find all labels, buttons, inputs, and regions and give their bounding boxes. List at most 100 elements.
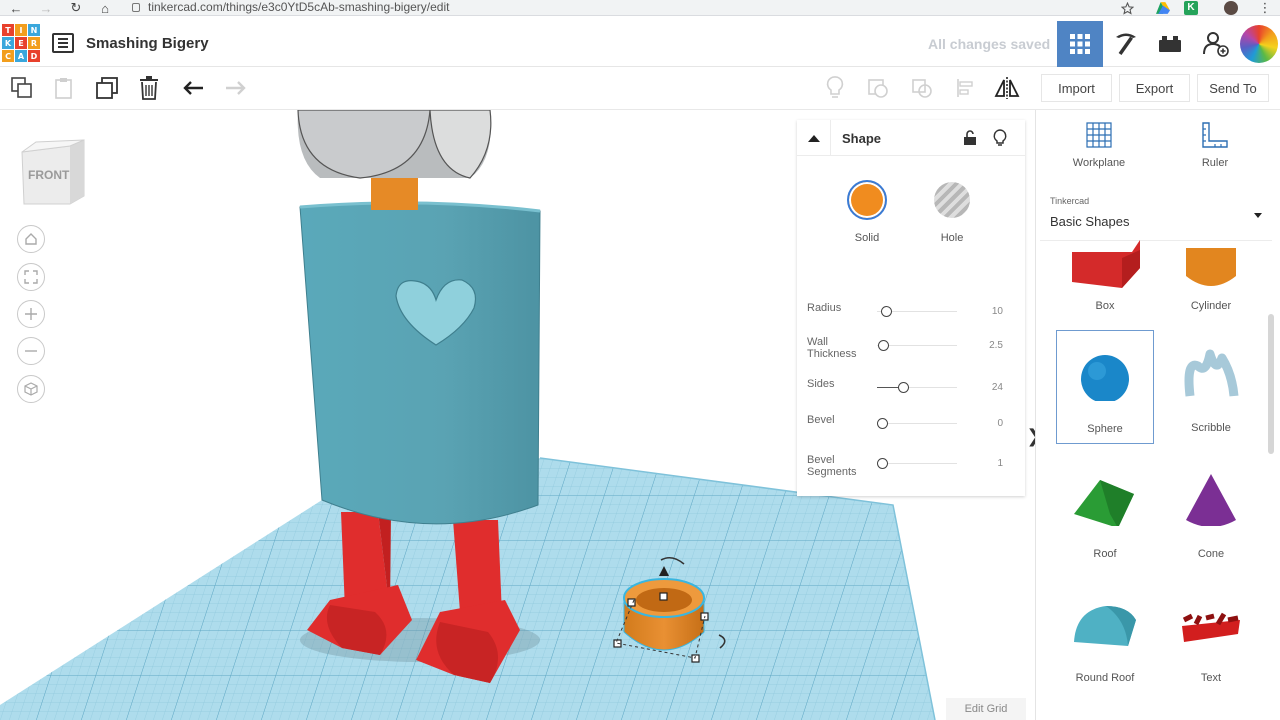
address-bar[interactable]: tinkercad.com/things/e3c0YtD5cAb-smashin… (132, 0, 449, 16)
cone-icon (1186, 474, 1236, 527)
shape-label: Text (1200, 672, 1222, 684)
back-icon[interactable]: ← (6, 0, 26, 16)
shape-box[interactable]: Box (1056, 238, 1154, 318)
ungroup-icon[interactable] (909, 75, 935, 101)
library-name: Basic Shapes (1050, 214, 1130, 229)
3d-design-view-button[interactable] (1057, 21, 1103, 67)
shape-round-roof[interactable]: Round Roof (1056, 580, 1154, 694)
edit-grid-button[interactable]: Edit Grid (946, 698, 1026, 720)
shape-roof[interactable]: Roof (1056, 456, 1154, 570)
duplicate-icon[interactable] (94, 75, 120, 101)
cylinder-icon (1186, 248, 1236, 286)
property-value[interactable]: 0 (997, 418, 1003, 429)
zoom-in-button[interactable] (17, 300, 45, 328)
view-cube[interactable]: FRONT (20, 138, 86, 208)
k-extension-icon[interactable]: K (1182, 0, 1200, 16)
view-cube-label: FRONT (28, 168, 70, 182)
solid-swatch[interactable] (847, 180, 887, 220)
hole-option[interactable]: Hole (922, 180, 982, 244)
property-slider[interactable] (877, 423, 957, 424)
hide-toggle-button[interactable] (990, 128, 1010, 148)
copy-icon[interactable] (9, 75, 35, 101)
property-value[interactable]: 1 (997, 458, 1003, 469)
perspective-toggle-button[interactable] (17, 375, 45, 403)
roof-icon (1074, 480, 1134, 528)
lock-toggle-button[interactable] (960, 128, 980, 148)
fit-view-icon (24, 270, 38, 284)
property-row: Bevel 0 (807, 414, 1017, 442)
slider-knob[interactable] (880, 306, 892, 317)
redo-icon[interactable] (222, 75, 248, 101)
box-icon (1072, 240, 1140, 288)
hole-swatch[interactable] (934, 182, 970, 218)
import-button[interactable]: Import (1041, 74, 1112, 102)
design-title[interactable]: Smashing Bigery (86, 35, 209, 52)
browser-bar: ← → ↻ ⌂ tinkercad.com/things/e3c0YtD5cAb… (0, 0, 1280, 16)
design-list-icon[interactable] (52, 33, 74, 53)
shape-inspector: Shape Solid Hole Radius 10 Wall Thickness 2… (797, 120, 1025, 496)
home-view-button[interactable] (17, 225, 45, 253)
property-slider[interactable] (877, 463, 957, 464)
home-icon[interactable]: ⌂ (95, 0, 115, 16)
minecraft-view-button[interactable] (1103, 21, 1149, 67)
send-to-button[interactable]: Send To (1197, 74, 1269, 102)
workplane-label: Workplane (1072, 157, 1126, 169)
tinkercad-logo[interactable]: T I N K E R C A D (2, 24, 42, 64)
property-row: Sides 24 (807, 378, 1017, 406)
shape-scribble[interactable]: Scribble (1162, 330, 1260, 444)
solid-label: Solid (854, 232, 880, 244)
drive-extension-icon[interactable] (1154, 0, 1172, 16)
workplane-tool[interactable]: Workplane (1054, 120, 1144, 169)
group-icon[interactable] (865, 75, 891, 101)
property-label: Wall Thickness (807, 336, 857, 360)
shape-cylinder[interactable]: Cylinder (1162, 238, 1260, 318)
app-header: T I N K E R C A D Smashing Bigery All ch… (0, 21, 1280, 67)
fit-all-button[interactable] (17, 263, 45, 291)
slider-knob[interactable] (877, 418, 888, 429)
property-value[interactable]: 24 (992, 382, 1003, 393)
mirror-icon[interactable] (994, 75, 1020, 101)
property-value[interactable]: 2.5 (989, 340, 1003, 351)
ruler-tool[interactable]: Ruler (1170, 120, 1260, 169)
plus-icon (25, 308, 37, 320)
round-roof-icon (1074, 606, 1136, 646)
bricks-view-button[interactable] (1147, 21, 1193, 67)
robot-head[interactable] (297, 110, 492, 179)
brick-icon (1159, 36, 1181, 52)
logo-letter: T (2, 24, 14, 36)
undo-icon[interactable] (181, 75, 207, 101)
user-avatar[interactable] (1236, 21, 1280, 67)
property-row: Bevel Segments 1 (807, 454, 1017, 482)
paste-icon[interactable] (51, 75, 77, 101)
export-button[interactable]: Export (1119, 74, 1190, 102)
shape-cone[interactable]: Cone (1162, 456, 1260, 570)
chevron-down-icon (1254, 213, 1262, 218)
shapes-panel-scrollbar[interactable] (1268, 314, 1274, 454)
reload-icon[interactable]: ↻ (66, 0, 86, 16)
hole-label: Hole (940, 232, 964, 244)
zoom-out-button[interactable] (17, 337, 45, 365)
slider-knob[interactable] (878, 340, 890, 351)
browser-menu-icon[interactable]: ⋮ (1256, 0, 1274, 16)
solid-option[interactable]: Solid (837, 180, 897, 244)
align-icon[interactable] (953, 75, 979, 101)
shape-library-select[interactable]: Tinkercad Basic Shapes (1040, 187, 1272, 241)
text-shape-icon (1182, 612, 1240, 642)
collapse-inspector-button[interactable] (797, 120, 831, 156)
forward-icon[interactable]: → (36, 0, 56, 16)
shape-sphere[interactable]: Sphere (1056, 330, 1154, 444)
lightbulb-icon[interactable] (822, 75, 848, 101)
shape-text[interactable]: Text (1162, 580, 1260, 694)
logo-letter: R (28, 37, 40, 49)
invite-user-button[interactable] (1193, 21, 1239, 67)
robot-body[interactable] (299, 201, 541, 525)
slider-knob[interactable] (877, 458, 888, 469)
property-label: Sides (807, 378, 835, 390)
logo-letter: N (28, 24, 40, 36)
logo-letter: K (2, 37, 14, 49)
bookmark-star-icon[interactable] (1118, 0, 1136, 16)
profile-avatar[interactable] (1222, 0, 1240, 16)
slider-knob[interactable] (898, 382, 909, 393)
property-value[interactable]: 10 (992, 306, 1003, 317)
delete-icon[interactable] (136, 75, 162, 101)
